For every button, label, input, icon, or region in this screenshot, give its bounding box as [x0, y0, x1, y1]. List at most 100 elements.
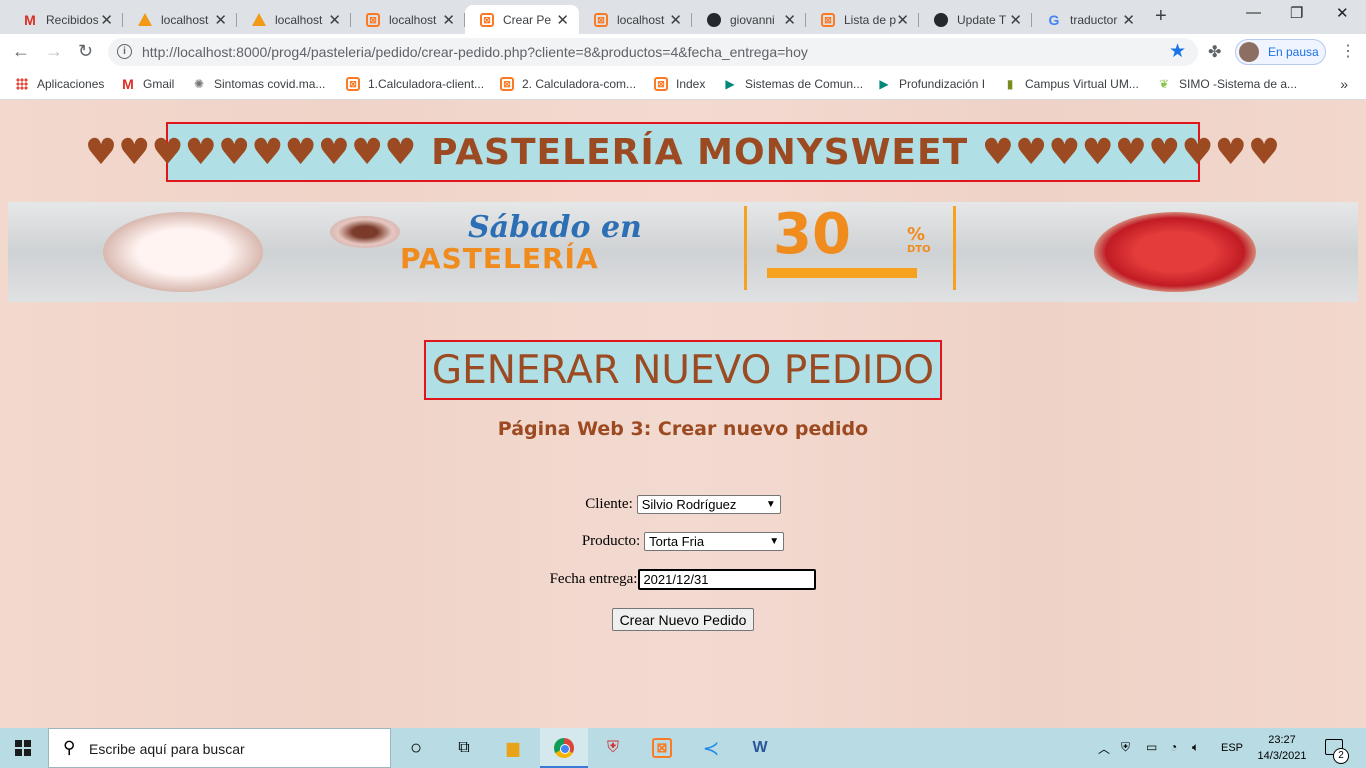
minimize-icon[interactable]: — [1246, 4, 1261, 21]
more-menu-icon[interactable]: ⋮ [1340, 41, 1356, 61]
chrome-icon[interactable] [552, 736, 576, 760]
battery-icon[interactable]: ▭ [1146, 740, 1157, 754]
meet-icon: ▶ [725, 77, 735, 91]
bookmark-sistemas[interactable]: ▶ Sistemas de Comun... [722, 76, 863, 92]
word-icon[interactable]: W [748, 736, 772, 760]
bookmark-apps[interactable]: Aplicaciones [14, 76, 104, 92]
close-icon[interactable]: ✕ [669, 11, 682, 29]
language-indicator[interactable]: ESP [1221, 742, 1243, 754]
fecha-entrega-input[interactable]: 2021/12/31 [638, 569, 817, 590]
profile-status-label: En pausa [1268, 45, 1319, 59]
submit-row: Crear Nuevo Pedido [0, 608, 1366, 631]
bookmark-campus[interactable]: ▮ Campus Virtual UM... [1002, 76, 1139, 92]
restore-icon[interactable]: ❐ [1290, 4, 1303, 22]
bookmark-star-icon[interactable]: ★ [1169, 40, 1186, 63]
gmail-icon: M [24, 11, 36, 28]
phpmyadmin-icon [138, 13, 152, 26]
close-icon[interactable]: ✕ [1009, 11, 1022, 29]
tab-lista[interactable]: ⊠ Lista de p ✕ [806, 5, 919, 34]
tab-crear-pedido[interactable]: ⊠ Crear Pe ✕ [465, 5, 579, 34]
crear-pedido-button[interactable]: Crear Nuevo Pedido [611, 608, 755, 631]
bookmark-gmail[interactable]: M Gmail [120, 76, 174, 92]
fecha-label: Fecha entrega: [549, 571, 638, 587]
cortana-icon[interactable]: ○ [404, 736, 428, 760]
clock-time: 23:27 [1268, 734, 1296, 746]
bookmark-label: Gmail [143, 77, 175, 91]
security-tray-icon[interactable]: ⛨ [1121, 740, 1130, 755]
window-close-icon[interactable]: ✕ [1336, 4, 1349, 22]
vscode-icon[interactable]: ≺ [699, 736, 723, 760]
tab-gmail[interactable]: M Recibidos ✕ [8, 5, 123, 34]
taskbar-search-placeholder: Escribe aquí para buscar [89, 741, 245, 757]
close-icon[interactable]: ✕ [442, 11, 455, 29]
cliente-label: Cliente: [585, 496, 633, 512]
xampp-taskbar-icon[interactable]: ⊠ [650, 736, 674, 760]
tab-label: Recibidos [46, 12, 98, 27]
new-tab-icon[interactable]: + [1155, 5, 1167, 28]
tab-label: Lista de p [844, 12, 896, 27]
tab-localhost-2[interactable]: localhost ✕ [237, 5, 351, 34]
cliente-row: Cliente: Silvio Rodríguez ▼ [0, 495, 1366, 514]
close-icon[interactable]: ✕ [556, 11, 569, 29]
banner-line-1: Sábado en [468, 210, 642, 245]
bookmark-label: 1.Calculadora-client... [368, 77, 485, 91]
banner-strip [767, 268, 917, 278]
tab-label: Update T [957, 12, 1007, 27]
bookmark-calculadora-1[interactable]: ⊠ 1.Calculadora-client... [345, 76, 484, 92]
tab-localhost-4[interactable]: ⊠ localhost ✕ [579, 5, 692, 34]
bookmark-label: Campus Virtual UM... [1025, 77, 1139, 91]
notification-count-badge: 2 [1333, 748, 1349, 764]
extensions-puzzle-icon[interactable]: ✤ [1208, 42, 1221, 62]
producto-selected-value: Torta Fria [649, 534, 705, 549]
wifi-icon[interactable]: ◔ [1170, 740, 1177, 754]
avatar [1239, 42, 1259, 62]
tab-github-1[interactable]: giovanni ✕ [692, 5, 806, 34]
file-explorer-icon[interactable]: ▆ [501, 736, 525, 760]
more-bookmarks-icon[interactable]: » [1340, 76, 1348, 92]
bookmark-profundizacion[interactable]: ▶ Profundización I [876, 76, 985, 92]
bookmark-simo[interactable]: ❦ SIMO -Sistema de a... [1156, 76, 1297, 92]
reload-icon[interactable]: ↻ [78, 41, 93, 62]
apps-icon [16, 78, 28, 90]
volume-icon[interactable]: 🔈︎ [1192, 740, 1199, 755]
address-bar[interactable]: i http://localhost:8000/prog4/pasteleria… [108, 38, 1198, 66]
tab-localhost-3[interactable]: ⊠ localhost ✕ [351, 5, 465, 34]
clock[interactable]: 23:27 14/3/2021 [1257, 732, 1307, 764]
tab-github-2[interactable]: Update T ✕ [919, 5, 1032, 34]
task-view-icon[interactable]: ⧉ [452, 736, 476, 760]
search-icon: ⚲ [63, 738, 76, 757]
bookmark-calculadora-2[interactable]: ⊠ 2. Calculadora-com... [499, 76, 636, 92]
chevron-down-icon: ▼ [769, 536, 780, 547]
bookmark-sintomas[interactable]: ✺ Sintomas covid.ma... [191, 76, 325, 92]
taskbar-search[interactable]: ⚲ Escribe aquí para buscar [48, 728, 391, 768]
promo-banner: Sábado en PASTELERÍA 30 % DTO [8, 202, 1358, 302]
profile-button[interactable]: En pausa [1235, 39, 1326, 65]
url-text: http://localhost:8000/prog4/pasteleria/p… [142, 44, 808, 60]
strawberry-pie-image [1094, 212, 1256, 292]
cliente-selected-value: Silvio Rodríguez [641, 497, 737, 512]
xampp-icon: ⊠ [346, 77, 360, 91]
cliente-select[interactable]: Silvio Rodríguez ▼ [636, 495, 781, 514]
close-icon[interactable]: ✕ [1122, 11, 1135, 29]
site-info-icon[interactable]: i [117, 44, 132, 59]
bookmark-label: Sintomas covid.ma... [214, 77, 326, 91]
discount-number: 30 [773, 202, 851, 267]
bookmark-index[interactable]: ⊠ Index [653, 76, 705, 92]
producto-row: Producto: Torta Fria ▼ [0, 532, 1366, 551]
tab-traductor[interactable]: G traductor ✕ [1032, 5, 1145, 34]
leaf-icon: ❦ [1158, 77, 1170, 91]
phpmyadmin-icon [252, 13, 266, 26]
close-icon[interactable]: ✕ [214, 11, 227, 29]
producto-select[interactable]: Torta Fria ▼ [644, 532, 785, 551]
mcafee-shield-icon[interactable]: ⛨ [601, 736, 625, 760]
back-arrow-icon[interactable]: ← [12, 41, 30, 62]
tab-localhost-1[interactable]: localhost ✕ [123, 5, 237, 34]
close-icon[interactable]: ✕ [896, 11, 909, 29]
show-hidden-icons-icon[interactable]: ︿ [1098, 740, 1110, 757]
windows-start-icon[interactable] [15, 740, 31, 756]
virus-icon: ✺ [193, 77, 205, 91]
close-icon[interactable]: ✕ [100, 11, 113, 29]
close-icon[interactable]: ✕ [328, 11, 341, 29]
close-icon[interactable]: ✕ [783, 11, 796, 29]
forward-arrow-icon[interactable]: → [45, 41, 63, 62]
